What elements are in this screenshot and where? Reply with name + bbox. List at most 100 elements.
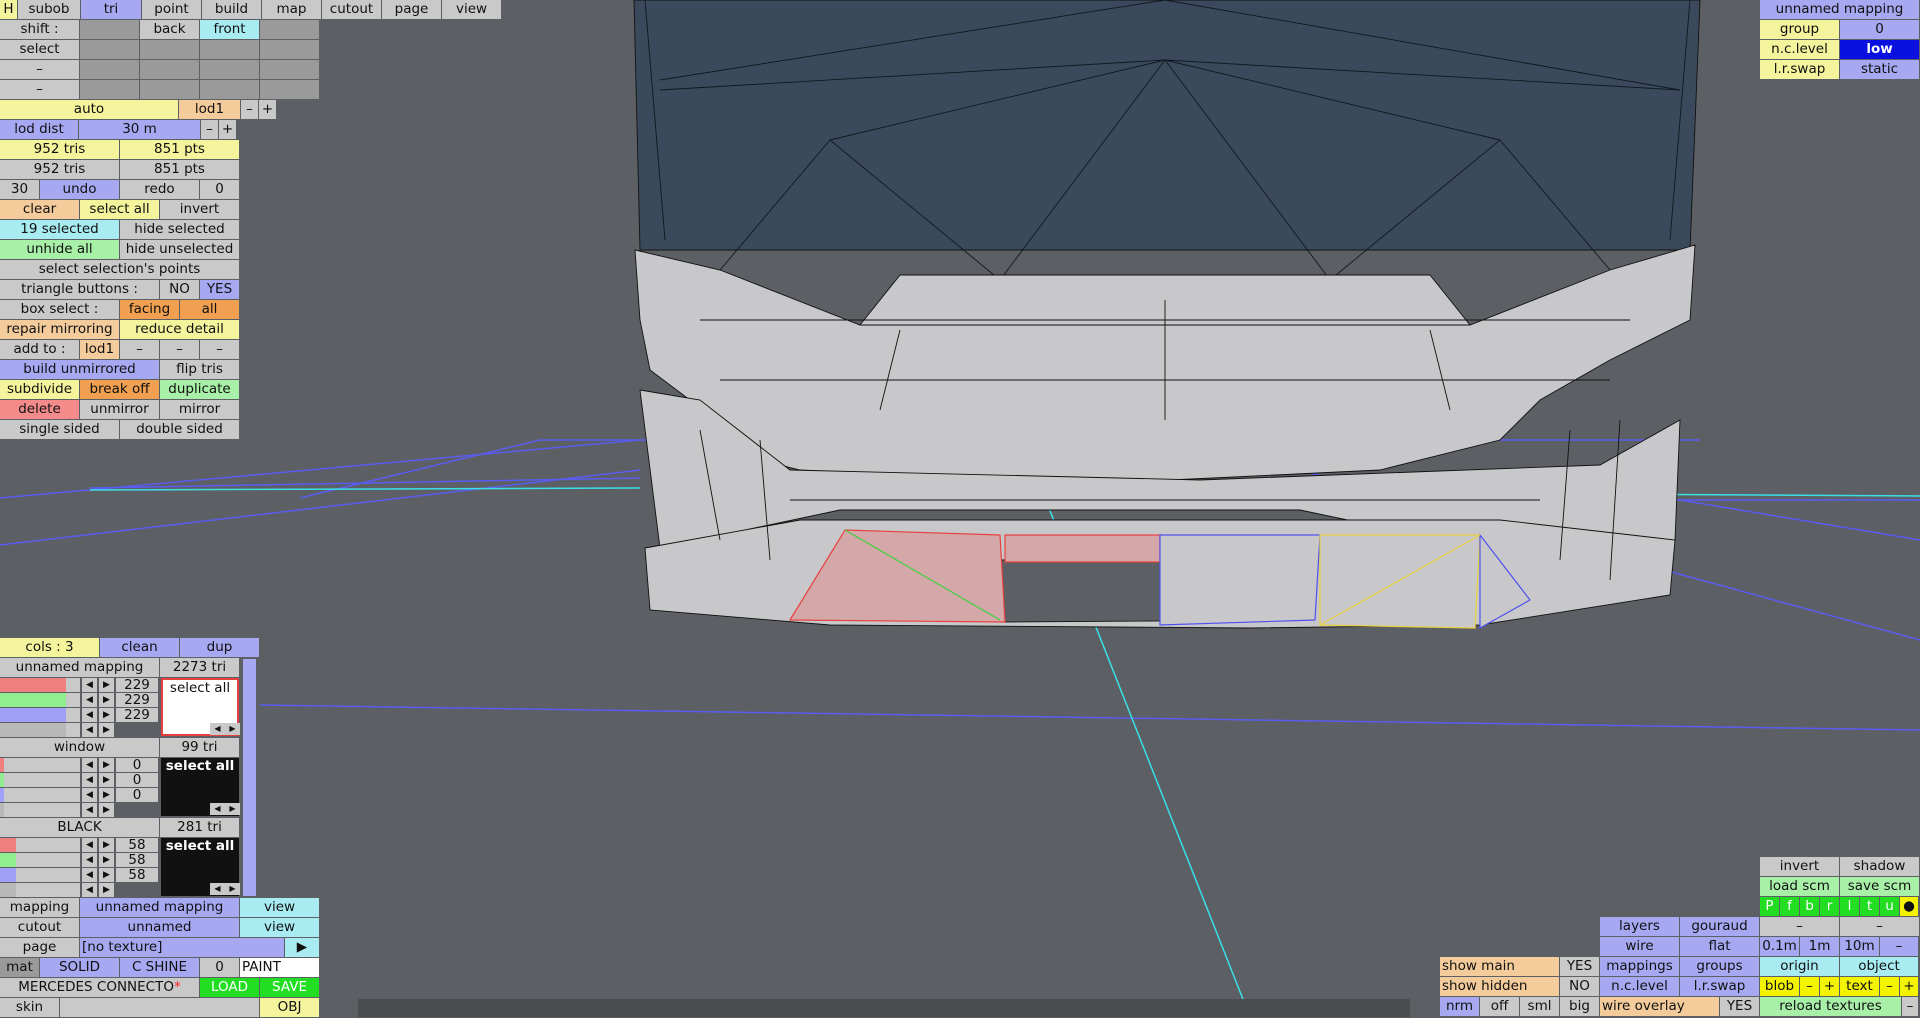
nrm-button[interactable]: nrm	[1440, 997, 1479, 1016]
view-t-button[interactable]: t	[1860, 897, 1879, 916]
arrow-right-icon[interactable]: ▶	[99, 678, 114, 692]
arrow-left-icon[interactable]: ◀	[82, 693, 97, 707]
arrow-left-icon[interactable]: ◀	[82, 678, 97, 692]
big-button[interactable]: big	[1560, 997, 1599, 1016]
arrow-left-icon[interactable]: ◀	[82, 758, 97, 772]
view-dot-button[interactable]: ●	[1900, 897, 1918, 916]
arrow-right-icon[interactable]: ▶	[99, 788, 114, 802]
grid-1m-button[interactable]: 1m	[1800, 937, 1839, 956]
view-b-button[interactable]: b	[1800, 897, 1819, 916]
shift-back-button[interactable]: back	[140, 20, 199, 39]
select-slot[interactable]	[200, 40, 259, 59]
repair-mirroring-button[interactable]: repair mirroring	[0, 320, 119, 339]
mapping-title[interactable]: unnamed mapping	[1760, 0, 1919, 19]
select-points-button[interactable]: select selection's points	[0, 260, 239, 279]
menu-map[interactable]: map	[262, 0, 321, 19]
object-button[interactable]: object	[1840, 957, 1918, 976]
auto-button[interactable]: auto	[0, 100, 178, 119]
sml-button[interactable]: sml	[1520, 997, 1559, 1016]
channel-slider[interactable]	[0, 758, 80, 772]
nclevel-value[interactable]: low	[1840, 40, 1919, 59]
shine-value[interactable]: 0	[200, 958, 239, 977]
paint-button[interactable]: PAINT	[240, 958, 319, 977]
arrow-left-icon[interactable]: ◀	[82, 803, 97, 817]
menu-page[interactable]: page	[382, 0, 441, 19]
grid-10m-button[interactable]: 10m	[1840, 937, 1879, 956]
select-slot[interactable]	[140, 40, 199, 59]
mappings-button[interactable]: mappings	[1600, 957, 1679, 976]
c-shine-button[interactable]: C SHINE	[120, 958, 199, 977]
clean-button[interactable]: clean	[100, 638, 179, 657]
wire-overlay-toggle[interactable]: YES	[1720, 997, 1759, 1016]
cutout-view-button[interactable]: view	[240, 918, 319, 937]
empty-slot[interactable]	[200, 60, 259, 79]
hide-selected-button[interactable]: hide selected	[120, 220, 239, 239]
select-slot[interactable]	[260, 40, 319, 59]
shadow-button[interactable]: shadow	[1840, 857, 1919, 876]
arrow-right-icon[interactable]: ▶	[225, 723, 240, 735]
shift-front-button[interactable]: front	[200, 20, 259, 39]
break-off-button[interactable]: break off	[80, 380, 159, 399]
save-button[interactable]: SAVE	[260, 978, 319, 997]
blob-plus-button[interactable]: +	[1820, 977, 1839, 996]
arrow-left-icon[interactable]: ◀	[82, 853, 97, 867]
off-button[interactable]: off	[1480, 997, 1519, 1016]
channel-slider[interactable]	[0, 693, 80, 707]
invert-button[interactable]: invert	[160, 200, 239, 219]
triangle-buttons-yes[interactable]: YES	[200, 280, 239, 299]
arrow-left-icon[interactable]: ◀	[210, 723, 225, 735]
box-select-all[interactable]: all	[180, 300, 239, 319]
channel-slider[interactable]	[0, 868, 80, 882]
materials-scroll-handle[interactable]	[243, 659, 256, 896]
blob-minus-button[interactable]: –	[1800, 977, 1819, 996]
unmirror-button[interactable]: unmirror	[80, 400, 159, 419]
h-button[interactable]: H	[0, 0, 17, 19]
material-name[interactable]: window	[0, 738, 159, 757]
channel-value[interactable]: 229	[116, 678, 158, 692]
group-value[interactable]: 0	[1840, 20, 1919, 39]
arrow-left-icon[interactable]: ◀	[82, 788, 97, 802]
page-arrow-button[interactable]: ▶	[285, 938, 319, 957]
origin-button[interactable]: origin	[1760, 957, 1839, 976]
mirror-button[interactable]: mirror	[160, 400, 239, 419]
redo-button[interactable]: redo	[120, 180, 199, 199]
undo-button[interactable]: undo	[40, 180, 119, 199]
material-select-all[interactable]: select all	[170, 680, 230, 696]
select-all-button[interactable]: select all	[80, 200, 159, 219]
grid-minus-button[interactable]: –	[1880, 937, 1918, 956]
show-main-toggle[interactable]: YES	[1560, 957, 1599, 976]
material-select-all[interactable]: select all	[166, 758, 235, 774]
shift-slot[interactable]	[260, 20, 319, 39]
grid-0-1m-button[interactable]: 0.1m	[1760, 937, 1799, 956]
dash-button[interactable]: –	[1760, 917, 1839, 936]
load-button[interactable]: LOAD	[200, 978, 259, 997]
unhide-all-button[interactable]: unhide all	[0, 240, 119, 259]
channel-slider[interactable]	[0, 803, 80, 817]
cols-button[interactable]: cols : 3	[0, 638, 99, 657]
channel-value[interactable]: 58	[116, 853, 158, 867]
empty-slot[interactable]	[140, 60, 199, 79]
empty-slot[interactable]	[140, 80, 199, 99]
add-to-slot[interactable]: –	[200, 340, 239, 359]
material-name[interactable]: BLACK	[0, 818, 159, 837]
material-name[interactable]: unnamed mapping	[0, 658, 159, 677]
channel-value[interactable]: 229	[116, 693, 158, 707]
empty-slot[interactable]	[200, 80, 259, 99]
show-hidden-toggle[interactable]: NO	[1560, 977, 1599, 996]
blob-button[interactable]: blob	[1760, 977, 1799, 996]
nclevel-view-button[interactable]: n.c.level	[1600, 977, 1679, 996]
reload-minus-button[interactable]: –	[1902, 997, 1918, 1016]
channel-slider[interactable]	[0, 708, 80, 722]
mapping-view-button[interactable]: view	[240, 898, 319, 917]
lrswap-view-button[interactable]: l.r.swap	[1680, 977, 1759, 996]
dup-button[interactable]: dup	[180, 638, 259, 657]
triangle-buttons-no[interactable]: NO	[160, 280, 199, 299]
channel-slider[interactable]	[0, 838, 80, 852]
arrow-right-icon[interactable]: ▶	[99, 693, 114, 707]
text-minus-button[interactable]: –	[1880, 977, 1899, 996]
add-to-slot[interactable]: –	[160, 340, 199, 359]
arrow-right-icon[interactable]: ▶	[99, 758, 114, 772]
build-unmirrored-button[interactable]: build unmirrored	[0, 360, 159, 379]
3d-viewport[interactable]	[0, 0, 1920, 1017]
save-scm-button[interactable]: save scm	[1840, 877, 1919, 896]
